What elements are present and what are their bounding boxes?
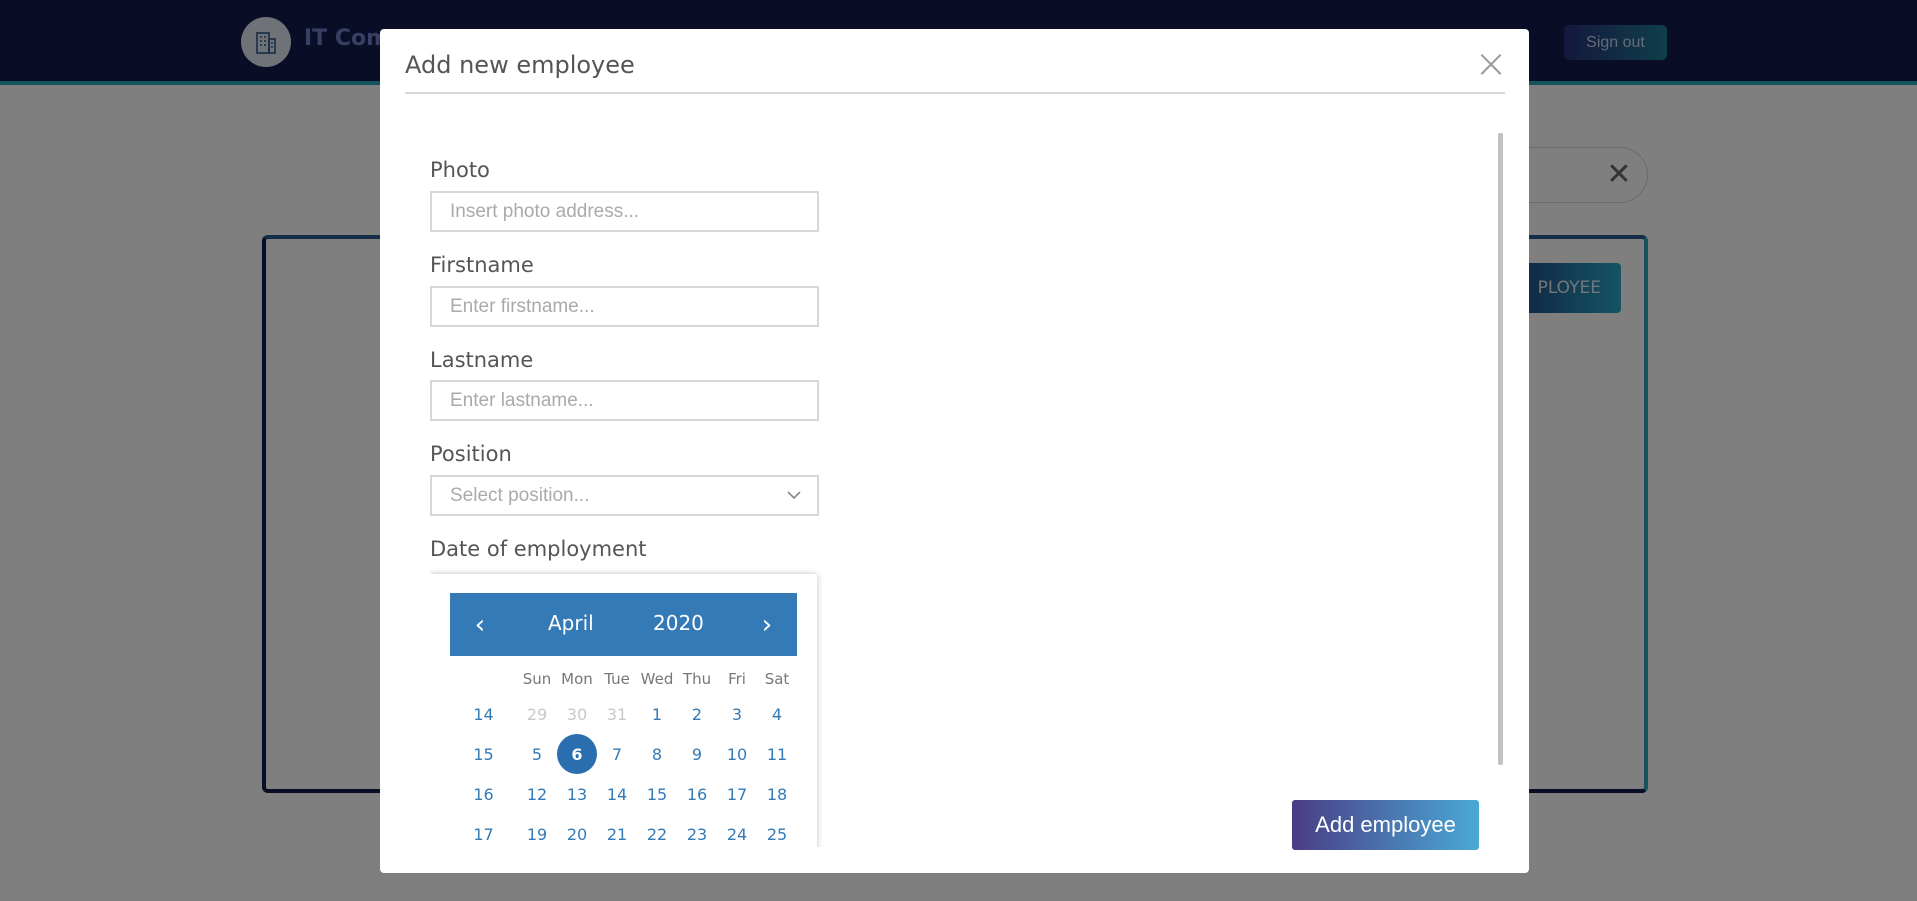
- datepicker: ‹ April 2020 › Sun Mon Tue Wed Thu Fri S…: [430, 574, 817, 847]
- weekday-label: Thu: [682, 670, 712, 688]
- chevron-down-icon: [787, 491, 801, 500]
- weekday-label: Mon: [561, 670, 593, 688]
- calendar-day-number: 25: [766, 824, 788, 844]
- weekday-label: Sun: [522, 670, 552, 688]
- week-number: 15: [473, 744, 494, 764]
- add-employee-submit-button[interactable]: Add employee: [1292, 800, 1479, 850]
- calendar-day-number: 9: [691, 744, 703, 764]
- calendar-week-row: 17 19 20 21 22 23 24 25: [450, 814, 797, 847]
- close-icon[interactable]: ×: [1474, 44, 1508, 84]
- calendar-day[interactable]: 9: [677, 745, 717, 764]
- calendar-day[interactable]: 4: [757, 705, 797, 724]
- calendar-day[interactable]: 23: [677, 825, 717, 844]
- calendar-day-number: 12: [526, 784, 548, 804]
- calendar-day[interactable]: 13: [557, 785, 597, 804]
- calendar-day-number: 13: [566, 784, 588, 804]
- photo-input[interactable]: [430, 191, 819, 232]
- calendar-day[interactable]: 20: [557, 825, 597, 844]
- calendar-week-row: 14 29 30 31 1 2 3 4: [450, 694, 797, 734]
- photo-label: Photo: [430, 158, 490, 182]
- calendar-day[interactable]: 16: [677, 785, 717, 804]
- calendar-day[interactable]: 3: [717, 705, 757, 724]
- modal-divider: [405, 92, 1505, 94]
- calendar-day[interactable]: 21: [597, 825, 637, 844]
- calendar-day[interactable]: 30: [557, 705, 597, 724]
- lastname-label: Lastname: [430, 348, 534, 372]
- calendar-week-row: 16 12 13 14 15 16 17 18: [450, 774, 797, 814]
- calendar-day-number: 7: [611, 744, 623, 764]
- calendar-day-number: 22: [646, 824, 668, 844]
- calendar-day-number: 15: [646, 784, 668, 804]
- calendar-day-number: 18: [766, 784, 788, 804]
- datepicker-year[interactable]: 2020: [653, 611, 704, 635]
- weekday-label: Tue: [604, 670, 630, 688]
- datepicker-month[interactable]: April: [548, 611, 594, 635]
- calendar-day-number: 2: [691, 704, 703, 724]
- calendar-day[interactable]: 2: [677, 705, 717, 724]
- calendar-day-number: 21: [606, 824, 628, 844]
- calendar-day-number: 23: [686, 824, 708, 844]
- calendar-day[interactable]: 25: [757, 825, 797, 844]
- position-select-placeholder: Select position...: [450, 485, 590, 506]
- firstname-input[interactable]: [430, 286, 819, 327]
- calendar-day-number: 24: [726, 824, 748, 844]
- calendar-day-number: 1: [651, 704, 663, 724]
- calendar-day-number: 29: [526, 704, 548, 724]
- next-month-button[interactable]: ›: [747, 593, 787, 656]
- calendar-day[interactable]: 5: [517, 745, 557, 764]
- calendar-week-row: 15 5 6 7 8 9 10 11: [450, 734, 797, 774]
- datepicker-grid: Sun Mon Tue Wed Thu Fri Sat 14 29 30 31 1 2 3 4…: [450, 656, 797, 847]
- calendar-day-number: 30: [566, 704, 588, 724]
- calendar-day-number: 19: [526, 824, 548, 844]
- calendar-day-number: 17: [726, 784, 748, 804]
- calendar-day-number: 14: [606, 784, 628, 804]
- weekday-label: Fri: [728, 670, 746, 688]
- calendar-day-number: 4: [771, 704, 783, 724]
- calendar-day-number: 3: [731, 704, 743, 724]
- datepicker-header: ‹ April 2020 ›: [450, 593, 797, 656]
- calendar-day[interactable]: 31: [597, 705, 637, 724]
- calendar-day[interactable]: 18: [757, 785, 797, 804]
- modal-body: Photo Firstname Lastname Position Select…: [430, 129, 1510, 847]
- calendar-day[interactable]: 17: [717, 785, 757, 804]
- calendar-day-number: 31: [606, 704, 628, 724]
- calendar-day-number: 8: [651, 744, 663, 764]
- calendar-day-number: 10: [726, 744, 748, 764]
- position-select[interactable]: Select position...: [430, 475, 819, 516]
- calendar-day-number: 11: [766, 744, 788, 764]
- calendar-day[interactable]: 1: [637, 705, 677, 724]
- datepicker-weeks: 14 29 30 31 1 2 3 4 15 5 6 7 8 9 10 11 16 12 13 14 15 16 17 18 1…: [450, 694, 797, 847]
- calendar-day[interactable]: 10: [717, 745, 757, 764]
- calendar-day[interactable]: 14: [597, 785, 637, 804]
- calendar-day[interactable]: 19: [517, 825, 557, 844]
- weekday-header-row: Sun Mon Tue Wed Thu Fri Sat: [450, 656, 797, 694]
- calendar-day-number: 20: [566, 824, 588, 844]
- calendar-day[interactable]: 29: [517, 705, 557, 724]
- weekday-label: Sat: [764, 670, 790, 688]
- calendar-day[interactable]: 11: [757, 745, 797, 764]
- calendar-day[interactable]: 22: [637, 825, 677, 844]
- calendar-day-number: 16: [686, 784, 708, 804]
- calendar-day[interactable]: 7: [597, 745, 637, 764]
- week-number: 17: [473, 824, 494, 844]
- calendar-day[interactable]: 24: [717, 825, 757, 844]
- firstname-label: Firstname: [430, 253, 534, 277]
- calendar-day[interactable]: 8: [637, 745, 677, 764]
- add-employee-modal: Add new employee × Photo Firstname Lastn…: [380, 29, 1529, 873]
- calendar-day-number: 6: [557, 734, 597, 774]
- date-label: Date of employment: [430, 537, 647, 561]
- calendar-day[interactable]: 12: [517, 785, 557, 804]
- position-label: Position: [430, 442, 512, 466]
- calendar-day[interactable]: 15: [637, 785, 677, 804]
- modal-scrollbar[interactable]: [1498, 133, 1503, 765]
- modal-title: Add new employee: [405, 51, 635, 79]
- calendar-day-number: 5: [531, 744, 543, 764]
- prev-month-button[interactable]: ‹: [460, 593, 500, 656]
- week-number: 16: [473, 784, 494, 804]
- weekday-label: Wed: [640, 670, 674, 688]
- calendar-day-selected[interactable]: 6: [557, 734, 597, 774]
- week-number: 14: [473, 704, 494, 724]
- lastname-input[interactable]: [430, 380, 819, 421]
